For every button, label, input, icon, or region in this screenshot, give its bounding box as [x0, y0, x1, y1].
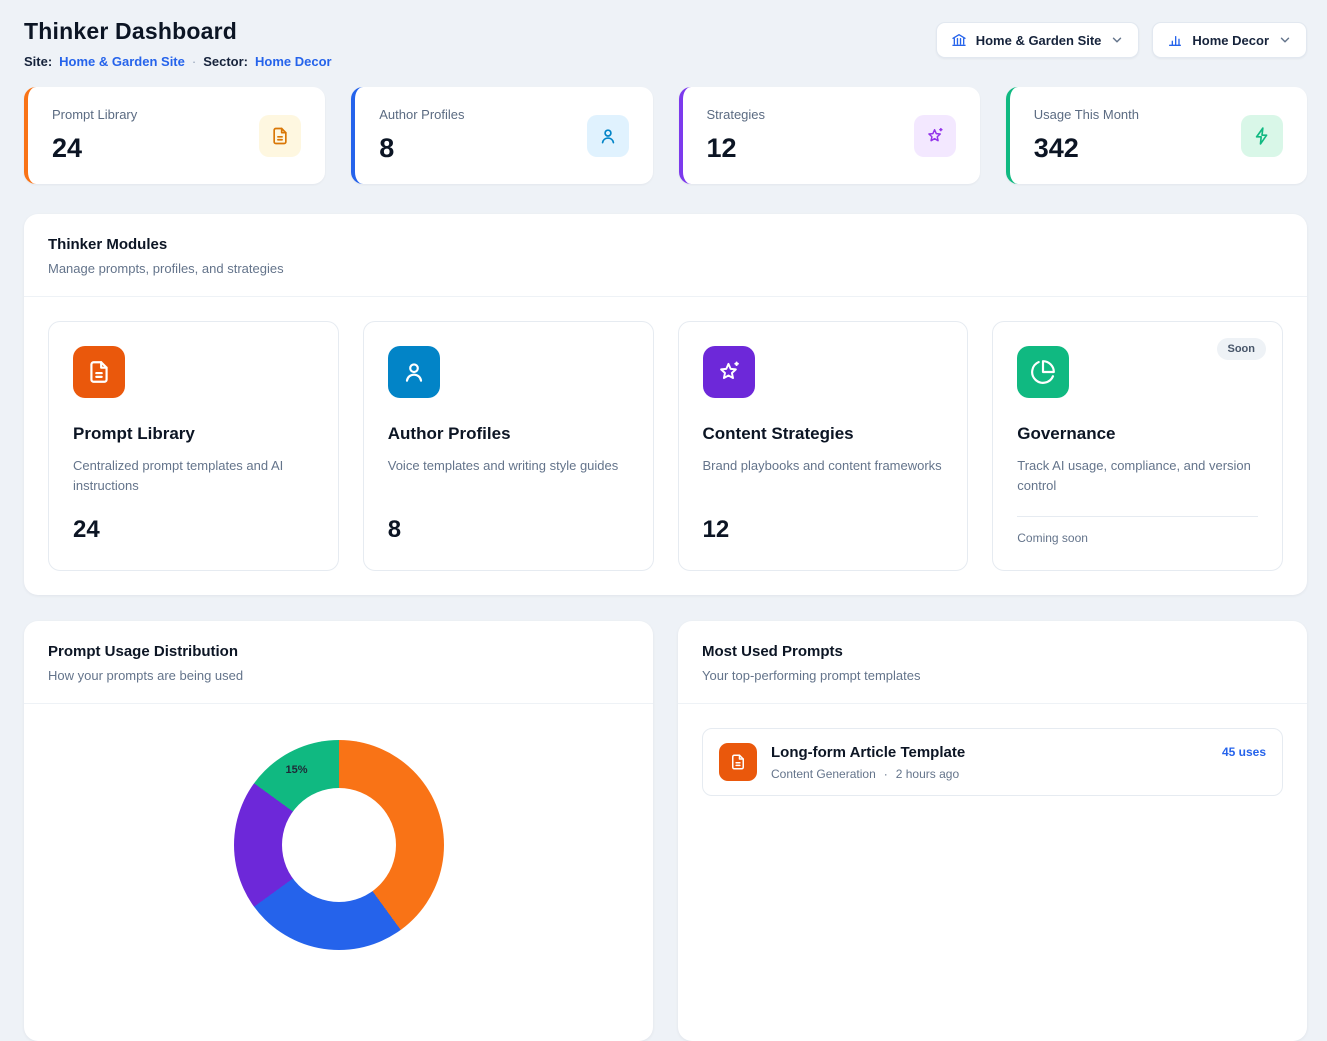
stat-value: 12 [707, 133, 766, 164]
prompt-list: Long-form Article Template Content Gener… [678, 704, 1307, 820]
soon-badge: Soon [1217, 338, 1267, 360]
module-title: Content Strategies [703, 424, 944, 444]
site-selector-label: Home & Garden Site [976, 33, 1102, 48]
most-used-prompts-card: Most Used Prompts Your top-performing pr… [678, 621, 1307, 1041]
bottom-section: Prompt Usage Distribution How your promp… [24, 621, 1307, 1041]
dashboard-header: Thinker Dashboard Site: Home & Garden Si… [24, 18, 1307, 69]
module-card-governance[interactable]: Soon Governance Track AI usage, complian… [992, 321, 1283, 571]
stat-text: Strategies 12 [707, 107, 766, 164]
document-icon [73, 346, 125, 398]
page-root: Thinker Dashboard Site: Home & Garden Si… [0, 0, 1327, 1041]
coming-soon-label: Coming soon [1017, 531, 1258, 545]
stat-value: 342 [1034, 133, 1139, 164]
stats-row: Prompt Library 24 Author Profiles 8 Stra… [24, 87, 1307, 184]
header-controls: Home & Garden Site Home Decor [936, 18, 1307, 58]
module-card-prompt-library[interactable]: Prompt Library Centralized prompt templa… [48, 321, 339, 571]
chevron-down-icon [1110, 33, 1124, 47]
stat-label: Usage This Month [1034, 107, 1139, 122]
document-icon [259, 115, 301, 157]
module-card-content-strategies[interactable]: Content Strategies Brand playbooks and c… [678, 321, 969, 571]
sparkles-icon [914, 115, 956, 157]
modules-subtitle: Manage prompts, profiles, and strategies [48, 261, 1283, 276]
meta-dot: · [884, 767, 888, 781]
user-icon [587, 115, 629, 157]
module-count: 24 [73, 516, 314, 544]
chevron-down-icon [1278, 33, 1292, 47]
chart-area: 15% [24, 704, 653, 950]
pie-chart-icon [1017, 346, 1069, 398]
module-title: Prompt Library [73, 424, 314, 444]
stat-card-author-profiles: Author Profiles 8 [351, 87, 652, 184]
stat-label: Author Profiles [379, 107, 464, 122]
stat-card-strategies: Strategies 12 [679, 87, 980, 184]
sector-label: Sector: [203, 54, 248, 69]
module-title: Author Profiles [388, 424, 629, 444]
separator-dot: · [192, 54, 196, 69]
title-block: Thinker Dashboard Site: Home & Garden Si… [24, 18, 332, 69]
user-icon [388, 346, 440, 398]
bank-icon [951, 32, 967, 48]
prompt-category: Content Generation [771, 767, 876, 781]
stat-card-prompt-library: Prompt Library 24 [24, 87, 325, 184]
sector-link[interactable]: Home Decor [255, 54, 332, 69]
stat-label: Prompt Library [52, 107, 137, 122]
module-description: Voice templates and writing style guides [388, 456, 629, 496]
most-used-title: Most Used Prompts [702, 643, 1283, 660]
module-description: Centralized prompt templates and AI inst… [73, 456, 314, 496]
sector-selector[interactable]: Home Decor [1152, 22, 1307, 58]
breadcrumb: Site: Home & Garden Site · Sector: Home … [24, 54, 332, 69]
most-used-header: Most Used Prompts Your top-performing pr… [678, 621, 1307, 704]
stat-card-usage: Usage This Month 342 [1006, 87, 1307, 184]
modules-title: Thinker Modules [48, 236, 1283, 253]
modules-grid: Prompt Library Centralized prompt templa… [24, 297, 1307, 595]
prompt-time: 2 hours ago [896, 767, 959, 781]
site-label: Site: [24, 54, 52, 69]
donut-chart: 15% [234, 740, 444, 950]
site-selector[interactable]: Home & Garden Site [936, 22, 1140, 58]
bar-chart-icon [1167, 32, 1183, 48]
module-count: 8 [388, 516, 629, 544]
prompt-meta: Content Generation · 2 hours ago [771, 767, 965, 781]
document-icon [719, 743, 757, 781]
module-title: Governance [1017, 424, 1258, 444]
sparkles-icon [703, 346, 755, 398]
modules-panel: Thinker Modules Manage prompts, profiles… [24, 214, 1307, 595]
module-divider [1017, 516, 1258, 517]
prompt-title: Long-form Article Template [771, 744, 965, 761]
module-description: Track AI usage, compliance, and version … [1017, 456, 1258, 496]
bolt-icon [1241, 115, 1283, 157]
modules-panel-header: Thinker Modules Manage prompts, profiles… [24, 214, 1307, 297]
prompt-text: Long-form Article Template Content Gener… [771, 744, 965, 781]
usage-distribution-card: Prompt Usage Distribution How your promp… [24, 621, 653, 1041]
usage-subtitle: How your prompts are being used [48, 668, 629, 683]
module-count: 12 [703, 516, 944, 544]
stat-text: Author Profiles 8 [379, 107, 464, 164]
stat-text: Prompt Library 24 [52, 107, 137, 164]
most-used-subtitle: Your top-performing prompt templates [702, 668, 1283, 683]
usage-title: Prompt Usage Distribution [48, 643, 629, 660]
donut-segment-label: 15% [286, 764, 308, 776]
usage-card-header: Prompt Usage Distribution How your promp… [24, 621, 653, 704]
stat-text: Usage This Month 342 [1034, 107, 1139, 164]
page-title: Thinker Dashboard [24, 18, 332, 45]
sector-selector-label: Home Decor [1192, 33, 1269, 48]
stat-value: 8 [379, 133, 464, 164]
site-link[interactable]: Home & Garden Site [59, 54, 185, 69]
module-description: Brand playbooks and content frameworks [703, 456, 944, 496]
stat-value: 24 [52, 133, 137, 164]
prompt-list-item[interactable]: Long-form Article Template Content Gener… [702, 728, 1283, 796]
module-card-author-profiles[interactable]: Author Profiles Voice templates and writ… [363, 321, 654, 571]
prompt-uses-badge: 45 uses [1222, 745, 1266, 759]
stat-label: Strategies [707, 107, 766, 122]
